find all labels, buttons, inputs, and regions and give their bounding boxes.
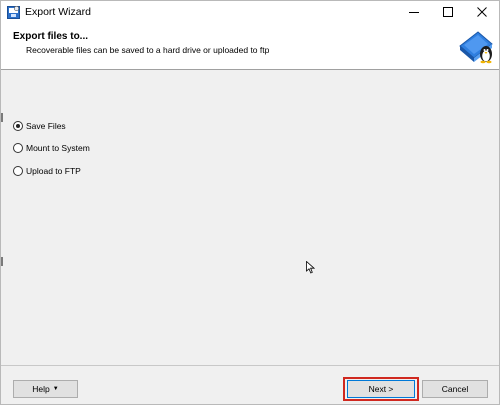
radio-save-files[interactable]: Save Files [13,120,66,132]
mouse-cursor-icon [306,261,315,274]
left-edge-marker [1,113,3,122]
radio-button[interactable] [13,166,23,176]
radio-label: Upload to FTP [26,166,81,176]
title-bar[interactable]: Export Wizard [1,1,499,23]
radio-mount-to-system[interactable]: Mount to System [13,142,90,154]
maximize-button[interactable] [431,1,465,23]
export-wizard-window: Export Wizard Export files to... Recover… [0,0,500,405]
help-button[interactable]: Help ▼ [13,380,78,398]
radio-button[interactable] [13,143,23,153]
caret-down-icon: ▼ [52,386,59,392]
page-subtitle: Recoverable files can be saved to a hard… [26,45,270,55]
help-button-label: Help [32,384,50,394]
radio-upload-to-ftp[interactable]: Upload to FTP [13,165,81,177]
wizard-header: Export files to... Recoverable files can… [1,23,499,70]
page-title: Export files to... [13,31,89,42]
radio-button-checked[interactable] [13,121,23,131]
close-button[interactable] [465,1,499,23]
next-button-label: Next > [368,384,394,394]
cancel-button-label: Cancel [441,384,469,394]
next-button[interactable]: Next > [347,380,415,398]
app-icon [7,5,20,19]
close-icon [477,7,487,17]
maximize-icon [443,7,453,17]
minimize-icon [409,12,419,13]
left-edge-marker [1,257,3,266]
footer-divider [1,365,499,366]
radio-label: Save Files [26,121,66,131]
radio-label: Mount to System [26,143,90,153]
minimize-button[interactable] [397,1,431,23]
linux-disk-logo-icon [459,31,493,64]
cancel-button[interactable]: Cancel [422,380,488,398]
window-title: Export Wizard [25,6,91,18]
